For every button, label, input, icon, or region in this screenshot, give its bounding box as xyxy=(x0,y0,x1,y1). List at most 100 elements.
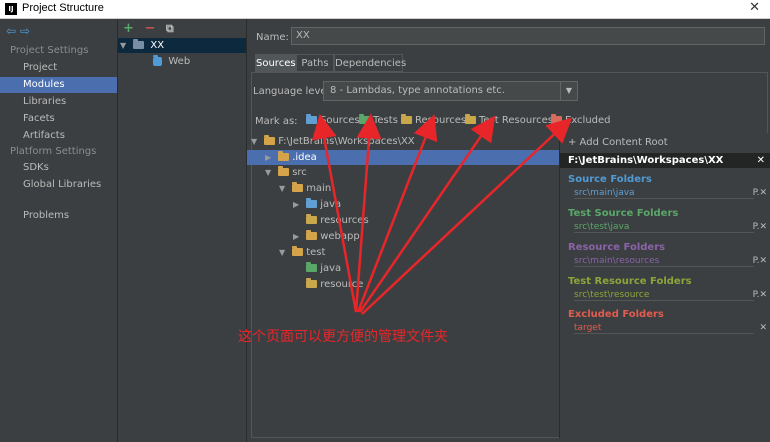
settings-nav: ⇦⇨ Project Settings Project Modules Libr… xyxy=(0,19,118,442)
test-source-folders-heading: Test Source Folders xyxy=(568,208,679,219)
add-content-root-button[interactable]: + Add Content Root xyxy=(568,137,668,148)
remove-content-root-icon[interactable]: ✕ xyxy=(757,153,765,168)
tree-label: .idea xyxy=(292,152,317,163)
mark-excluded-label: Excluded xyxy=(565,115,611,126)
nav-item-global-libraries[interactable]: Global Libraries xyxy=(0,177,117,193)
resource-folders-heading: Resource Folders xyxy=(568,242,666,253)
mark-tests-label: Tests xyxy=(373,115,398,126)
sources-folder-icon xyxy=(306,114,317,124)
language-level-select[interactable]: 8 - Lambdas, type annotations etc. ▼ xyxy=(323,81,578,101)
modules-panel: + − ⧉ ▼ XX Web xyxy=(118,19,247,442)
nav-item-sdks[interactable]: SDKs xyxy=(0,160,117,176)
module-name-field[interactable]: XX xyxy=(291,27,765,45)
tab-paths[interactable]: Paths xyxy=(296,54,334,72)
tree-row[interactable]: ▶ java xyxy=(247,197,559,212)
window-title: Project Structure xyxy=(22,2,104,14)
resource-folder-actions-icon[interactable]: P.✕ xyxy=(753,256,767,266)
add-module-icon[interactable]: + xyxy=(123,21,134,36)
tree-label: java xyxy=(320,263,342,274)
tree-row[interactable]: ▼ F:\JetBrains\Workspaces\XX xyxy=(247,134,559,149)
mark-sources-label: Sources xyxy=(320,115,360,126)
folder-icon xyxy=(278,151,290,161)
collapse-arrow-icon[interactable]: ▼ xyxy=(279,245,289,260)
resource-folder-item[interactable]: src\main\resources xyxy=(574,256,754,267)
folder-icon xyxy=(292,182,304,192)
collapse-arrow-icon[interactable]: ▼ xyxy=(279,181,289,196)
excluded-folder-remove-icon[interactable]: ✕ xyxy=(759,323,767,333)
remove-module-icon[interactable]: − xyxy=(144,21,155,36)
nav-item-modules[interactable]: Modules xyxy=(0,77,117,93)
tree-row[interactable]: java xyxy=(247,261,559,276)
mark-test-resources-button[interactable]: Test Resources xyxy=(465,114,553,126)
collapse-arrow-icon[interactable]: ▼ xyxy=(265,165,275,180)
mark-sources-button[interactable]: Sources xyxy=(306,114,360,126)
nav-back-forward-icon[interactable]: ⇦⇨ xyxy=(6,24,34,38)
mark-test-resources-label: Test Resources xyxy=(479,115,553,126)
expand-arrow-icon[interactable]: ▶ xyxy=(293,197,303,212)
collapse-arrow-icon[interactable]: ▼ xyxy=(251,134,261,149)
tree-row[interactable]: ▼ test xyxy=(247,245,559,260)
content-root-panel: + Add Content Root F:\JetBrains\Workspac… xyxy=(559,133,770,438)
tree-row[interactable]: resource xyxy=(247,277,559,292)
close-window-button[interactable]: ✕ xyxy=(749,0,760,15)
source-folder-actions-icon[interactable]: P.✕ xyxy=(753,188,767,198)
mark-resources-button[interactable]: Resources xyxy=(401,114,467,126)
nav-item-project[interactable]: Project xyxy=(0,60,117,76)
tree-row[interactable]: ▼ src xyxy=(247,165,559,180)
test-source-folder-actions-icon[interactable]: P.✕ xyxy=(753,222,767,232)
test-resource-folders-heading: Test Resource Folders xyxy=(568,276,692,287)
tab-sources[interactable]: Sources xyxy=(255,54,296,72)
nav-item-libraries[interactable]: Libraries xyxy=(0,94,117,110)
test-resource-folder-icon xyxy=(306,278,318,288)
mark-excluded-button[interactable]: Excluded xyxy=(551,114,611,126)
source-folder-icon xyxy=(306,198,318,208)
intellij-app-icon: IJ xyxy=(5,3,17,15)
title-bar: IJ Project Structure ✕ xyxy=(0,0,770,19)
tree-label: java xyxy=(320,199,342,210)
tree-row[interactable]: ▼ main xyxy=(247,181,559,196)
tab-dependencies[interactable]: Dependencies xyxy=(334,54,406,72)
content-root-path: F:\JetBrains\Workspaces\XX xyxy=(568,155,724,166)
tree-label: resource xyxy=(320,279,364,290)
tree-row[interactable]: resources xyxy=(247,213,559,228)
web-facet-icon xyxy=(153,54,163,66)
module-label: Web xyxy=(168,56,191,67)
nav-item-facets[interactable]: Facets xyxy=(0,111,117,127)
module-item-web[interactable]: Web xyxy=(118,54,246,69)
name-label: Name: xyxy=(256,32,289,43)
excluded-folders-heading: Excluded Folders xyxy=(568,309,664,320)
excluded-folder-item[interactable]: target xyxy=(574,323,754,334)
nav-section-project-settings: Project Settings xyxy=(10,45,89,56)
tree-label: resources xyxy=(320,215,369,226)
content-root-header: F:\JetBrains\Workspaces\XX ✕ xyxy=(560,153,770,168)
expand-arrow-icon[interactable]: ▶ xyxy=(293,229,303,244)
nav-item-artifacts[interactable]: Artifacts xyxy=(0,128,117,144)
copy-module-icon[interactable]: ⧉ xyxy=(166,22,174,35)
test-resources-folder-icon xyxy=(465,114,476,124)
expand-arrow-icon[interactable]: ▶ xyxy=(265,150,275,165)
module-item-xx[interactable]: ▼ XX xyxy=(118,38,246,53)
folder-icon xyxy=(264,135,276,145)
tree-label: webapp xyxy=(320,231,360,242)
mark-as-label: Mark as: xyxy=(255,116,298,127)
tree-label: F:\JetBrains\Workspaces\XX xyxy=(278,136,415,147)
modules-toolbar: + − ⧉ xyxy=(123,21,174,36)
mark-resources-label: Resources xyxy=(415,115,467,126)
folder-icon xyxy=(306,230,318,240)
tree-row[interactable]: ▶ webapp xyxy=(247,229,559,244)
test-source-folder-item[interactable]: src\test\java xyxy=(574,222,754,233)
mark-tests-button[interactable]: Tests xyxy=(359,114,398,126)
tree-row[interactable]: ▶ .idea xyxy=(247,150,559,165)
collapse-arrow-icon[interactable]: ▼ xyxy=(120,38,130,53)
nav-section-platform-settings: Platform Settings xyxy=(10,146,97,157)
folder-icon xyxy=(278,166,290,176)
module-label: XX xyxy=(150,40,165,51)
source-folder-item[interactable]: src\main\java xyxy=(574,188,754,199)
annotation-caption: 这个页面可以更方便的管理文件夹 xyxy=(238,329,448,345)
dropdown-arrow-icon[interactable]: ▼ xyxy=(560,82,577,100)
test-resource-folder-actions-icon[interactable]: P.✕ xyxy=(753,290,767,300)
nav-item-problems[interactable]: Problems xyxy=(0,208,117,224)
resource-folder-icon xyxy=(306,214,318,224)
test-resource-folder-item[interactable]: src\test\resource xyxy=(574,290,754,301)
directory-tree: ▼ F:\JetBrains\Workspaces\XX ▶ .idea ▼ s… xyxy=(247,133,559,438)
